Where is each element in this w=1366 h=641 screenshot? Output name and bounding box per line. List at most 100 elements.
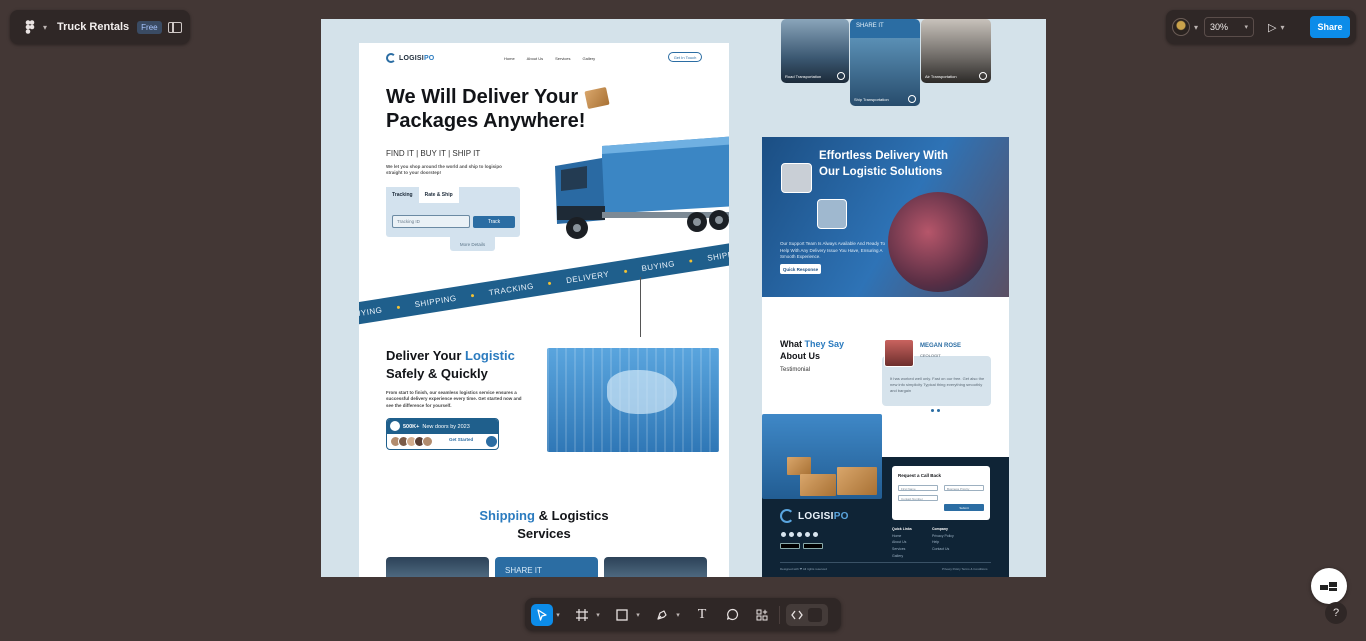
avatar-chevron-icon[interactable]: ▾ xyxy=(1194,23,1198,32)
social-icon xyxy=(797,532,802,537)
file-menu: ▾ Truck Rentals Free xyxy=(10,10,190,44)
testimonial-title-a: What xyxy=(780,339,802,349)
ribbon-item: BUYING xyxy=(359,304,383,320)
nav-cta: Get In Touch xyxy=(668,52,702,62)
code-icon[interactable] xyxy=(786,604,808,626)
app-store-badge-icon xyxy=(803,543,823,549)
section-services-title-b: Services xyxy=(517,525,571,541)
first-name-field: First Name xyxy=(898,485,938,491)
dev-mode-switch[interactable] xyxy=(808,607,822,622)
shape-tool-chevron-icon[interactable]: ▾ xyxy=(633,611,643,619)
share-button[interactable]: Share xyxy=(1310,16,1350,38)
section-deliver-title-a: Deliver Your xyxy=(386,348,462,363)
move-tool-icon[interactable] xyxy=(531,603,553,626)
bottom-toolbar: ▾ ▾ ▾ ▾ T xyxy=(525,598,841,631)
tile-road: Road Transportation xyxy=(781,19,849,83)
business-priority-field: Business Priority xyxy=(944,485,984,491)
multiplayer-cursor-button[interactable] xyxy=(1311,568,1347,604)
pen-tool-chevron-icon[interactable]: ▾ xyxy=(673,611,683,619)
footer-link: Gallery xyxy=(892,553,904,558)
tile-ship-label: Ship Transportation xyxy=(854,97,889,102)
design-frame-continued[interactable]: Road Transportation SHARE IT Ship Transpo… xyxy=(762,19,1009,577)
nav-services: Services xyxy=(555,56,571,61)
footer-logo-b: PO xyxy=(833,510,849,522)
tile-road-label: Road Transportation xyxy=(785,74,822,79)
toolbar-divider xyxy=(779,605,780,624)
section-deliver-title-accent: Logistic xyxy=(465,348,515,363)
help-icon[interactable]: ? xyxy=(1325,602,1347,624)
tile-air-label: Air Transportation xyxy=(925,74,957,79)
arrow-circle-icon xyxy=(837,72,845,80)
cursor-chat-icon xyxy=(1320,582,1337,591)
testimonial-title-b: About Us xyxy=(780,350,820,361)
present-chevron-icon[interactable]: ▾ xyxy=(1280,23,1284,32)
zoom-dropdown[interactable]: 30% ▾ xyxy=(1204,17,1255,37)
text-tool-icon[interactable]: T xyxy=(691,604,713,626)
file-name[interactable]: Truck Rentals xyxy=(57,21,129,33)
figma-logo-icon[interactable] xyxy=(18,15,42,39)
present-play-icon[interactable]: ▷ xyxy=(1268,21,1276,34)
section-deliver-description: From start to finish, our seamless logis… xyxy=(386,390,522,408)
arrow-circle-icon xyxy=(908,95,916,103)
warehouse-photo xyxy=(817,199,847,229)
carousel-dots xyxy=(931,409,940,412)
service-card xyxy=(386,557,489,577)
sidebar-toggle-icon[interactable] xyxy=(168,21,182,33)
ribbon-dot xyxy=(623,269,627,273)
dev-mode-toggle[interactable] xyxy=(786,603,828,626)
nav-gallery: Gallery xyxy=(582,56,596,61)
site-nav: Home About Us Services Gallery xyxy=(504,56,595,61)
callback-submit-button: Submit xyxy=(944,504,984,511)
rectangle-tool-icon[interactable] xyxy=(611,604,633,626)
tab-rate-ship: Rate & Ship xyxy=(418,187,459,203)
ribbon-item: TRACKING xyxy=(488,280,535,297)
design-frame-home[interactable]: LOGISIPO Home About Us Services Gallery … xyxy=(359,43,729,577)
frame-tool-icon[interactable] xyxy=(571,604,593,626)
plan-badge[interactable]: Free xyxy=(137,20,162,34)
pen-tool-icon[interactable] xyxy=(651,604,673,626)
ribbon-dot xyxy=(396,305,401,309)
comment-tool-icon[interactable] xyxy=(721,604,743,626)
tile-air: Air Transportation xyxy=(921,19,991,83)
hero-description: We let you shop around the world and shi… xyxy=(386,164,502,176)
user-avatar[interactable] xyxy=(1172,18,1190,36)
cardboard-box-image xyxy=(787,457,811,475)
actions-tool-icon[interactable] xyxy=(751,604,773,626)
get-started-link: Get Started xyxy=(449,437,474,442)
top-right-toolbar: ▾ 30% ▾ ▷ ▾ Share xyxy=(1166,10,1356,44)
footer-copyright: Designed with ❤ All rights reserved xyxy=(780,567,827,571)
social-icon xyxy=(789,532,794,537)
courier-photo xyxy=(781,163,812,193)
section-services-title-a: & Logistics xyxy=(538,508,609,523)
customer-avatars xyxy=(390,436,433,447)
ribbon-dot xyxy=(548,281,552,285)
stat-label: New doors by 2023 xyxy=(422,423,470,430)
social-icon xyxy=(805,532,810,537)
nav-home: Home xyxy=(504,56,515,61)
footer-link: Contact Us xyxy=(932,546,950,551)
ribbon-dot xyxy=(689,258,693,263)
logo-text-b: PO xyxy=(423,54,435,62)
testimonial-name: MEGAN ROSE xyxy=(920,343,962,349)
shipping-container-image xyxy=(547,348,719,452)
arrow-circle-icon xyxy=(979,72,987,80)
crane-cable xyxy=(640,277,641,337)
callback-title: Request a Call Back xyxy=(898,473,942,478)
move-tool-chevron-icon[interactable]: ▾ xyxy=(553,611,563,619)
section-deliver-title: Deliver Your Logistic Safely & Quickly xyxy=(386,347,515,382)
social-icon xyxy=(813,532,818,537)
footer-col1-head: Quick Links xyxy=(892,527,912,531)
service-card xyxy=(604,557,707,577)
cardboard-box-image xyxy=(837,467,877,495)
main-menu-chevron-icon[interactable]: ▾ xyxy=(43,23,47,32)
app-store-badges xyxy=(780,543,823,549)
tracking-id-input: Tracking ID xyxy=(392,215,470,228)
site-logo: LOGISIPO xyxy=(386,53,434,63)
logo-mark-icon xyxy=(386,53,396,63)
frame-tool-chevron-icon[interactable]: ▾ xyxy=(593,611,603,619)
ribbon-item: DELIVERY xyxy=(565,269,610,285)
service-cards: SHARE IT xyxy=(386,557,707,577)
footer-link: Privacy Policy xyxy=(932,533,954,538)
section-services-title-accent: Shipping xyxy=(479,508,535,523)
footer-link: Services xyxy=(892,546,906,551)
